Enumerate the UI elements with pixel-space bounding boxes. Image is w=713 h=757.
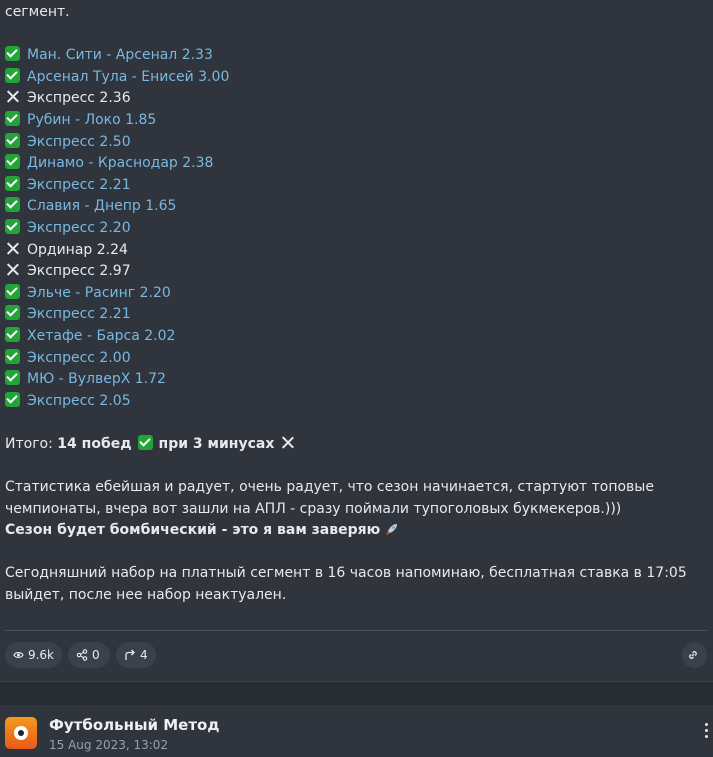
check-icon xyxy=(5,110,20,126)
more-options-icon[interactable] xyxy=(705,723,709,741)
results-list: Ман. Сити - Арсенал 2.33 Арсенал Тула - Е… xyxy=(5,45,707,412)
result-item: Эльче - Расинг 2.20 xyxy=(5,283,707,305)
check-icon xyxy=(5,326,20,342)
result-item: Экспресс 2.21 xyxy=(5,304,707,326)
cross-icon xyxy=(5,262,20,277)
result-text[interactable]: Экспресс 2.50 xyxy=(27,134,131,150)
result-item: Рубин - Локо 1.85 xyxy=(5,110,707,132)
check-icon xyxy=(5,370,20,386)
check-icon xyxy=(5,175,20,191)
check-icon xyxy=(5,218,20,234)
result-text[interactable]: Экспресс 2.20 xyxy=(27,220,131,236)
channel-name[interactable]: Футбольный Метод xyxy=(49,716,219,734)
result-item: Экспресс 2.20 xyxy=(5,218,707,240)
season-text: Сезон будет бомбический - это я вам заве… xyxy=(5,522,381,539)
copy-link-button[interactable] xyxy=(682,642,707,668)
share-nodes-icon xyxy=(76,649,88,661)
result-text[interactable]: Экспресс 2.05 xyxy=(27,393,131,409)
summary-losses: при 3 минусах xyxy=(158,435,275,452)
result-text[interactable]: Экспресс 2.21 xyxy=(27,177,131,193)
next-post-header: Футбольный Метод 15 Aug 2023, 13:02 xyxy=(0,705,713,757)
result-item: Ординар 2.24 xyxy=(5,240,707,262)
post-separator xyxy=(0,681,713,705)
check-icon xyxy=(137,434,153,450)
result-item: Арсенал Тула - Енисей 3.00 xyxy=(5,67,707,89)
post-actions: 9.6k 0 4 xyxy=(5,642,707,668)
result-item: Ман. Сити - Арсенал 2.33 xyxy=(5,45,707,67)
season-line: Сезон будет бомбический - это я вам заве… xyxy=(5,520,707,542)
result-text[interactable]: МЮ - ВулверХ 1.72 xyxy=(27,371,166,387)
post-date: 15 Aug 2023, 13:02 xyxy=(49,738,169,752)
cross-icon xyxy=(280,435,295,450)
views-counter[interactable]: 9.6k xyxy=(5,642,62,668)
check-icon xyxy=(5,67,20,83)
summary-prefix: Итого: xyxy=(5,435,53,452)
divider xyxy=(5,630,707,631)
result-item: Экспресс 2.97 xyxy=(5,261,707,283)
result-item: Хетафе - Барса 2.02 xyxy=(5,326,707,348)
post-text: сегмент. Ман. Сити - Арсенал 2.33 Арсенал… xyxy=(5,0,707,607)
forward-count: 4 xyxy=(140,648,148,662)
check-icon xyxy=(5,46,20,62)
check-icon xyxy=(5,154,20,170)
result-text[interactable]: Рубин - Локо 1.85 xyxy=(27,112,156,128)
cross-icon xyxy=(5,89,20,104)
result-item: Экспресс 2.00 xyxy=(5,348,707,370)
forward-button[interactable]: 4 xyxy=(116,642,156,668)
result-text[interactable]: Экспресс 2.00 xyxy=(27,350,131,366)
reactions-button[interactable]: 0 xyxy=(68,642,110,668)
result-item: Динамо - Краснодар 2.38 xyxy=(5,153,707,175)
result-text[interactable]: Арсенал Тула - Енисей 3.00 xyxy=(27,69,229,85)
result-text: Экспресс 2.97 xyxy=(27,263,131,280)
check-icon xyxy=(5,197,20,213)
result-text[interactable]: Эльче - Расинг 2.20 xyxy=(27,285,171,301)
check-icon xyxy=(5,391,20,407)
views-count: 9.6k xyxy=(27,648,54,662)
result-text[interactable]: Динамо - Краснодар 2.38 xyxy=(27,155,213,171)
result-item: Экспресс 2.36 xyxy=(5,88,707,110)
post-card: сегмент. Ман. Сити - Арсенал 2.33 Арсенал… xyxy=(0,0,713,681)
intro-tail: сегмент. xyxy=(5,4,70,20)
result-text: Экспресс 2.36 xyxy=(27,90,131,107)
rocket-icon xyxy=(386,524,398,536)
result-text[interactable]: Ман. Сити - Арсенал 2.33 xyxy=(27,47,213,63)
result-item: Экспресс 2.50 xyxy=(5,132,707,154)
summary-wins: 14 побед xyxy=(57,435,132,452)
result-item: Экспресс 2.21 xyxy=(5,175,707,197)
result-text[interactable]: Славия - Днепр 1.65 xyxy=(27,198,176,214)
summary-line: Итого: 14 побед при 3 минусах xyxy=(5,434,707,456)
channel-avatar[interactable] xyxy=(5,717,37,749)
cross-icon xyxy=(5,241,20,256)
eye-icon xyxy=(13,652,24,658)
result-text: Ординар 2.24 xyxy=(27,241,128,258)
check-icon xyxy=(5,305,20,321)
soccer-ball-icon xyxy=(14,726,28,740)
result-text[interactable]: Хетафе - Барса 2.02 xyxy=(27,328,175,344)
check-icon xyxy=(5,132,20,148)
stats-paragraph: Статистика ебейшая и радует, очень радуе… xyxy=(5,479,654,517)
result-text[interactable]: Экспресс 2.21 xyxy=(27,306,131,322)
result-item: Экспресс 2.05 xyxy=(5,391,707,413)
forward-icon xyxy=(125,649,135,660)
check-icon xyxy=(5,283,20,299)
result-item: МЮ - ВулверХ 1.72 xyxy=(5,369,707,391)
reactions-count: 0 xyxy=(92,648,100,662)
check-icon xyxy=(5,348,20,364)
result-item: Славия - Днепр 1.65 xyxy=(5,196,707,218)
link-icon xyxy=(688,651,697,659)
announcement-paragraph: Сегодняшний набор на платный сегмент в 1… xyxy=(5,565,687,604)
